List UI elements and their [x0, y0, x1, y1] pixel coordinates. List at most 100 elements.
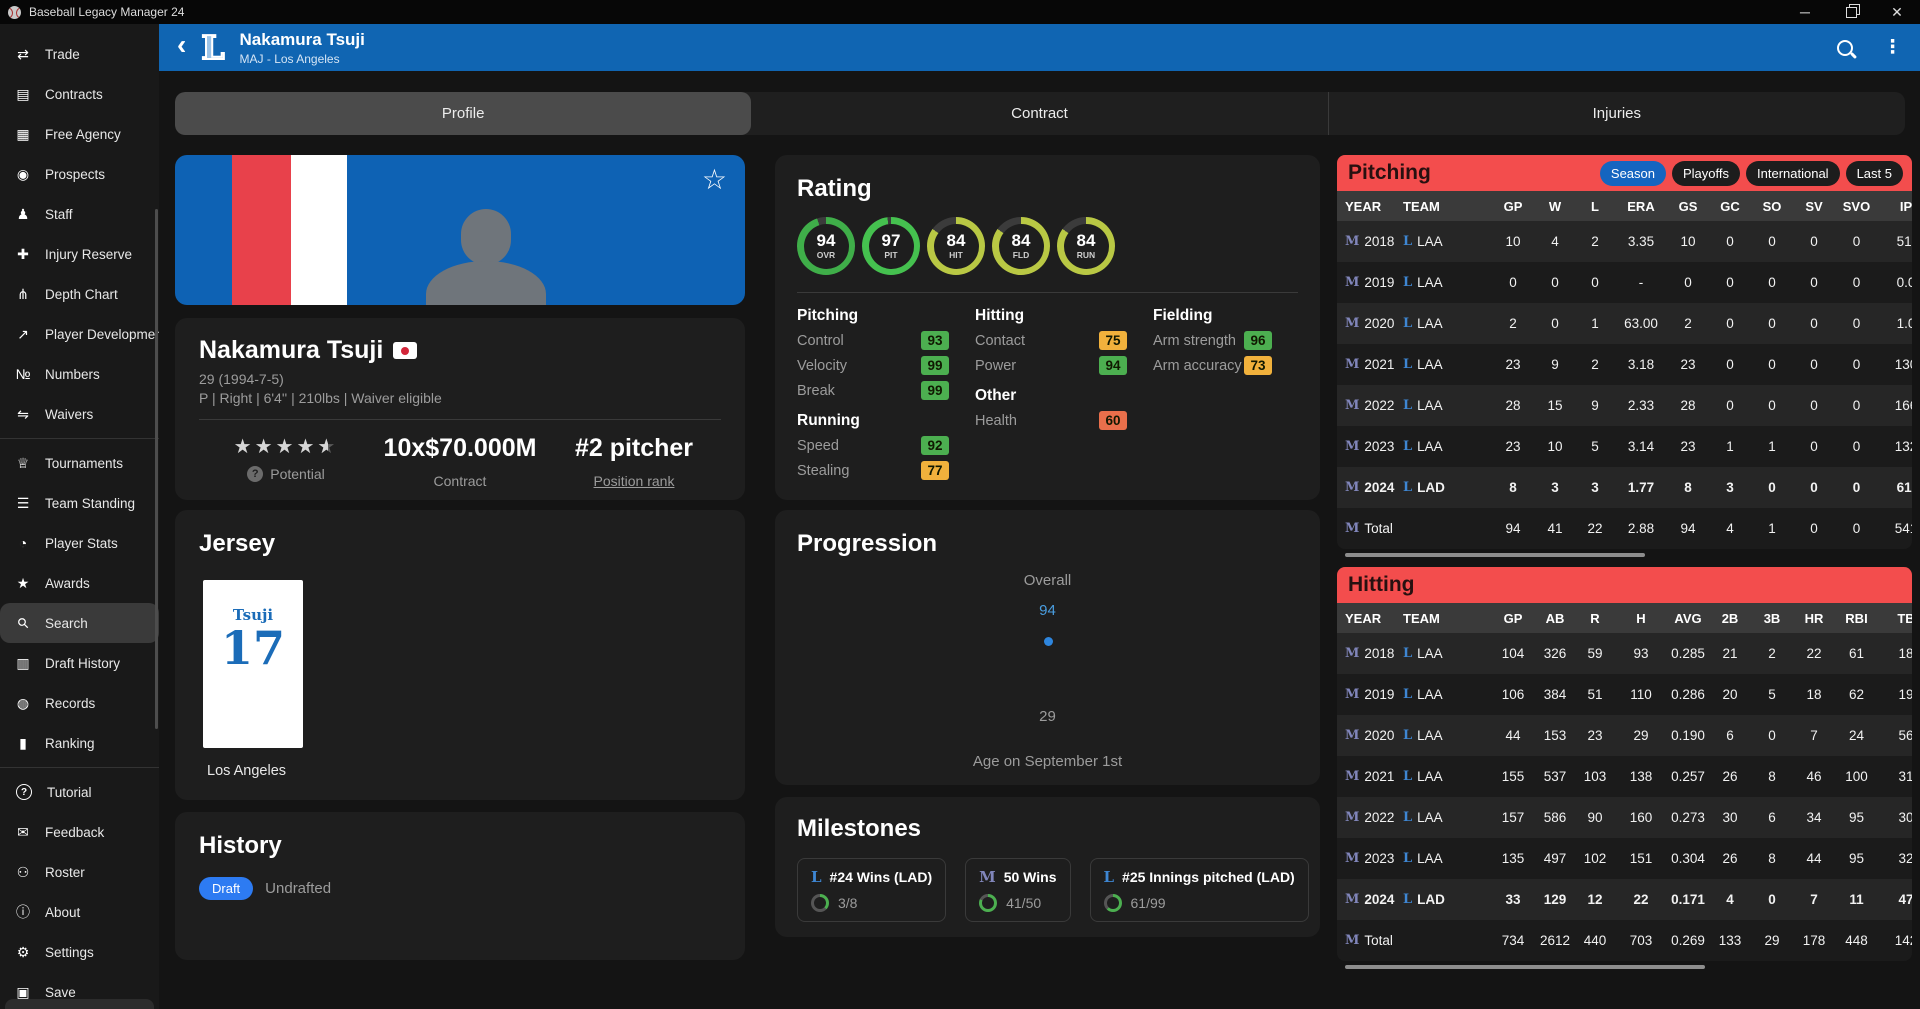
about-icon: ⓘ	[13, 902, 33, 922]
sidebar-item-settings[interactable]: ⚙Settings	[0, 932, 159, 972]
kebab-menu-icon[interactable]: ⋮	[1883, 36, 1902, 59]
sidebar-item-label: Numbers	[45, 367, 100, 382]
filter-last-5[interactable]: Last 5	[1846, 161, 1903, 186]
sidebar-item-depth-chart[interactable]: ⋔Depth Chart	[0, 274, 159, 314]
progression-title: Progression	[797, 530, 1298, 558]
sidebar-item-staff[interactable]: ♟Staff	[0, 194, 159, 234]
sidebar-item-draft-history[interactable]: ▥Draft History	[0, 643, 159, 683]
back-button[interactable]: ‹	[177, 34, 186, 56]
player-info-card: Nakamura Tsuji 29 (1994-7-5) P | Right |…	[175, 318, 745, 500]
sidebar-item-awards[interactable]: ★Awards	[0, 563, 159, 603]
sidebar-item-injury-reserve[interactable]: ✚Injury Reserve	[0, 234, 159, 274]
sidebar-item-label: Draft History	[45, 656, 120, 671]
japan-flag-icon	[393, 342, 417, 359]
column-header-gs: GS	[1667, 199, 1709, 214]
question-icon[interactable]: ?	[247, 466, 263, 482]
sidebar-item-numbers[interactable]: №Numbers	[0, 354, 159, 394]
stat-row: Power94	[975, 353, 1153, 378]
close-button[interactable]: ✕	[1874, 0, 1920, 24]
sidebar-item-trade[interactable]: ⇄Trade	[0, 34, 159, 74]
column-header-3b: 3B	[1751, 611, 1793, 626]
header-team-line: MAJ - Los Angeles	[240, 52, 365, 66]
position-rank-link[interactable]: Position rank	[547, 473, 721, 489]
gauge-pit: 97PIT	[862, 217, 920, 275]
pitching-hscrollbar[interactable]	[1337, 553, 1912, 557]
progression-series-label: Overall	[775, 572, 1320, 589]
hitting-row-2022: M2022LLAA157586901600.273306349530	[1337, 797, 1912, 838]
free-agency-icon: ▦	[13, 124, 33, 144]
sidebar-item-label: Tournaments	[45, 456, 123, 471]
jersey-number: 17	[203, 624, 303, 672]
sidebar-item-tournaments[interactable]: ♕Tournaments	[0, 443, 159, 483]
tab-contract[interactable]: Contract	[751, 92, 1328, 135]
progression-age-label: Age on September 1st	[775, 753, 1320, 770]
tab-profile[interactable]: Profile	[175, 92, 751, 135]
favorite-star-icon[interactable]: ☆	[702, 163, 727, 196]
hitting-hscrollbar[interactable]	[1337, 965, 1912, 969]
milestone-team-icon: M	[979, 868, 996, 886]
sidebar-item-player-stats[interactable]: ◔Player Stats	[0, 523, 159, 563]
contracts-icon: ▤	[13, 84, 33, 104]
milestone-progress-ring	[979, 894, 997, 912]
stat-value-badge: 92	[921, 436, 949, 455]
gauge-run: 84RUN	[1057, 217, 1115, 275]
stat-label: Contact	[975, 333, 1025, 349]
sidebar-scrollbar[interactable]	[155, 209, 158, 729]
sidebar-item-free-agency[interactable]: ▦Free Agency	[0, 114, 159, 154]
column-header-gp: GP	[1491, 611, 1535, 626]
stat-value-badge: 77	[921, 461, 949, 480]
filter-international[interactable]: International	[1746, 161, 1840, 186]
sidebar-partial-item[interactable]	[5, 999, 154, 1009]
milestone-team-icon: L	[1104, 868, 1115, 886]
stat-group-hitting: Hitting	[975, 307, 1153, 325]
sidebar-item-label: Staff	[45, 207, 73, 222]
photo-stripe-white	[291, 155, 347, 305]
hitting-row-2023: M2023LLAA1354971021510.304268449532	[1337, 838, 1912, 879]
stat-label: Stealing	[797, 463, 849, 479]
hitting-column-headers: YEARTEAMGPABRHAVG2B3BHRRBITB	[1337, 603, 1912, 633]
jersey-caption: Los Angeles	[199, 763, 721, 779]
minimize-button[interactable]: ─	[1782, 0, 1828, 24]
sidebar-item-prospects[interactable]: ◉Prospects	[0, 154, 159, 194]
stat-value-badge: 96	[1244, 331, 1272, 350]
sidebar-item-label: Waivers	[45, 407, 93, 422]
pitching-row-2020: M2020LLAA20163.00200001.0	[1337, 303, 1912, 344]
sidebar: ⇄Trade▤Contracts▦Free Agency◉Prospects♟S…	[0, 24, 159, 1009]
jersey-name: Tsuji	[203, 580, 303, 624]
sidebar-item-tutorial[interactable]: ?Tutorial	[0, 772, 159, 812]
sidebar-item-search[interactable]: ⚲Search	[0, 603, 159, 643]
search-icon[interactable]	[1837, 40, 1853, 56]
sidebar-item-about[interactable]: ⓘAbout	[0, 892, 159, 932]
sidebar-item-records[interactable]: ◍Records	[0, 683, 159, 723]
sidebar-divider	[0, 767, 159, 768]
filter-season[interactable]: Season	[1600, 161, 1666, 186]
stat-group-running: Running	[797, 412, 975, 430]
milestone-label: #25 Innings pitched (LAD)	[1122, 869, 1295, 885]
player-silhouette	[461, 209, 511, 265]
progression-value: 94	[775, 602, 1320, 619]
pitching-row-2022: M2022LLAA281592.33280000166	[1337, 385, 1912, 426]
tab-injuries[interactable]: Injuries	[1329, 92, 1905, 135]
stat-group-pitching: Pitching	[797, 307, 975, 325]
sidebar-item-feedback[interactable]: ✉Feedback	[0, 812, 159, 852]
stat-row: Arm strength96	[1153, 328, 1298, 353]
player-photo-card: ☆	[175, 155, 745, 305]
sidebar-item-ranking[interactable]: ▮Ranking	[0, 723, 159, 763]
sidebar-item-waivers[interactable]: ⇋Waivers	[0, 394, 159, 434]
column-header-svo: SVO	[1835, 199, 1878, 214]
filter-playoffs[interactable]: Playoffs	[1672, 161, 1740, 186]
sidebar-item-contracts[interactable]: ▤Contracts	[0, 74, 159, 114]
sidebar-item-roster[interactable]: ⚇Roster	[0, 852, 159, 892]
sidebar-item-player-development[interactable]: ↗Player Development	[0, 314, 159, 354]
column-header-h: H	[1615, 611, 1667, 626]
milestone-progress-ring	[1104, 894, 1122, 912]
column-header-hr: HR	[1793, 611, 1835, 626]
hitting-row-2020: M2020LLAA4415323290.1906072456	[1337, 715, 1912, 756]
contract-label: Contract	[373, 473, 547, 489]
sidebar-item-label: Settings	[45, 945, 94, 960]
sidebar-item-team-standing[interactable]: ☰Team Standing	[0, 483, 159, 523]
awards-icon: ★	[13, 573, 33, 593]
app-window: Baseball Legacy Manager 24 ─ ✕ ⇄Trade▤Co…	[0, 0, 1920, 1009]
maximize-button[interactable]	[1828, 0, 1874, 24]
depth-chart-icon: ⋔	[13, 284, 33, 304]
